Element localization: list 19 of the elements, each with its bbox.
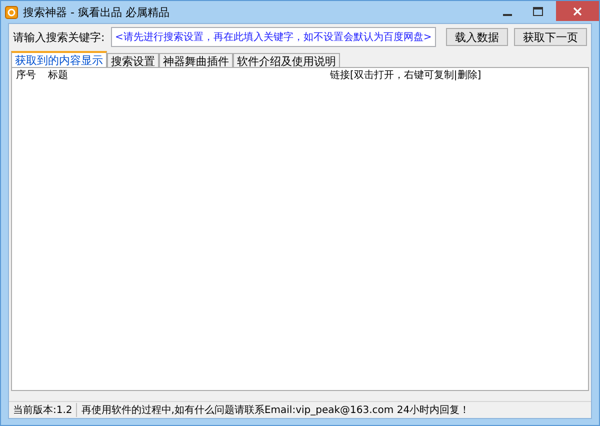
app-icon (5, 6, 18, 18)
close-button[interactable] (556, 1, 599, 21)
load-data-button[interactable]: 载入数据 (446, 28, 508, 46)
tab[interactable]: 搜索设置 (107, 53, 159, 67)
minimize-icon (502, 14, 512, 16)
window-title: 搜索神器 - 疯看出品 必属精品 (23, 4, 170, 20)
column-header[interactable]: 标题 (44, 68, 326, 82)
search-label: 请输入搜索关键字: (13, 30, 105, 44)
status-text: 再使用软件的过程中,如有什么问题请联系Email:vip_peak@163.com 24小时内回复！ (80, 404, 471, 417)
close-icon (573, 6, 582, 16)
status-text: 当前版本:1.2 (9, 403, 78, 417)
next-page-button[interactable]: 获取下一页 (514, 28, 587, 46)
tab[interactable]: 神器舞曲插件 (159, 53, 233, 67)
maximize-icon (533, 6, 543, 16)
search-field[interactable]: <请先进行搜索设置，再在此填入关键字，如不设置会默认为百度网盘> (110, 27, 436, 47)
column-header[interactable]: 链接[双击打开，右键可复制|删除] (326, 68, 482, 82)
tab[interactable]: 软件介绍及使用说明 (233, 53, 340, 67)
tab[interactable]: 获取到的内容显示 (11, 51, 107, 67)
column-header[interactable]: 序号 (12, 68, 44, 82)
